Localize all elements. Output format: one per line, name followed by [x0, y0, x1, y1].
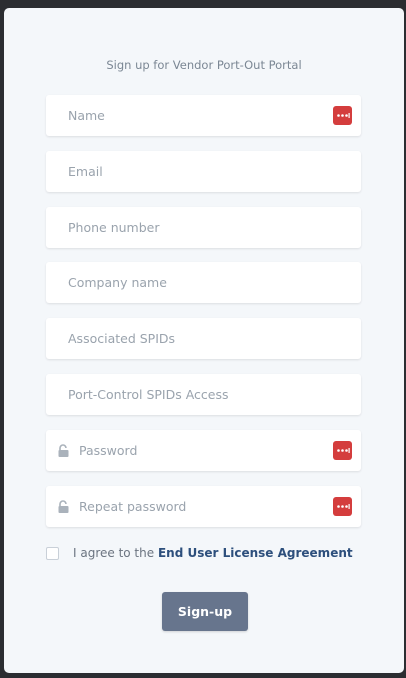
agreement-row: I agree to the End User License Agreemen… — [46, 544, 366, 564]
associated-spids-field[interactable]: Associated SPIDs — [46, 318, 361, 359]
repeat-password-field[interactable]: Repeat password — [46, 486, 361, 527]
lock-icon — [57, 443, 70, 457]
signup-button[interactable]: Sign-up — [162, 592, 248, 631]
phone-placeholder: Phone number — [68, 220, 160, 235]
name-field[interactable]: Name — [46, 95, 361, 136]
page-title: Sign up for Vendor Port-Out Portal — [106, 58, 302, 72]
password-placeholder: Password — [79, 443, 138, 458]
port-control-spids-field[interactable]: Port-Control SPIDs Access — [46, 374, 361, 415]
port-control-spids-placeholder: Port-Control SPIDs Access — [68, 387, 229, 402]
signup-card: Sign up for Vendor Port-Out Portal Name … — [4, 8, 404, 673]
company-placeholder: Company name — [68, 275, 167, 290]
company-field[interactable]: Company name — [46, 262, 361, 303]
lock-icon — [57, 499, 70, 513]
eula-link[interactable]: End User License Agreement — [158, 546, 353, 560]
associated-spids-placeholder: Associated SPIDs — [68, 331, 176, 346]
password-manager-icon[interactable] — [333, 441, 352, 460]
agreement-text: I agree to the End User License Agreemen… — [73, 544, 353, 562]
repeat-password-placeholder: Repeat password — [79, 499, 187, 514]
password-field[interactable]: Password — [46, 430, 361, 471]
agreement-prefix: I agree to the — [73, 546, 155, 560]
email-placeholder: Email — [68, 164, 103, 179]
name-placeholder: Name — [68, 108, 105, 123]
password-manager-icon[interactable] — [333, 106, 352, 125]
phone-field[interactable]: Phone number — [46, 207, 361, 248]
password-manager-icon[interactable] — [333, 497, 352, 516]
agree-checkbox[interactable] — [46, 547, 59, 560]
email-field[interactable]: Email — [46, 151, 361, 192]
